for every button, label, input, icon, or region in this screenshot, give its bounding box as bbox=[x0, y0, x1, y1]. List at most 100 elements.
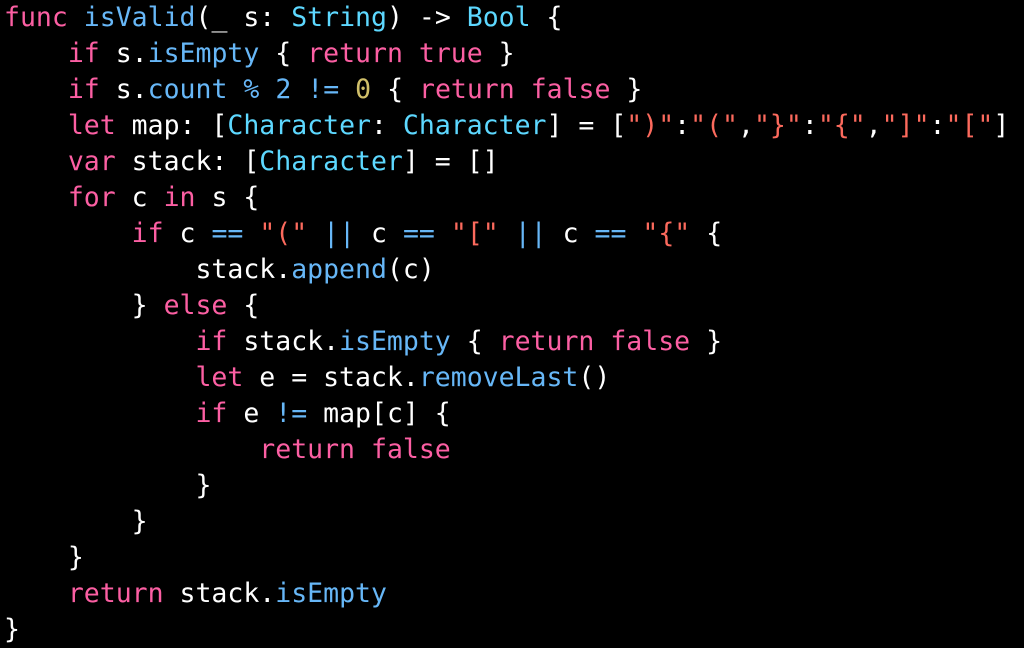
code-token-plain: { bbox=[690, 218, 723, 249]
code-token-number: 0 bbox=[355, 74, 372, 105]
code-token-keyword: false bbox=[610, 326, 691, 357]
code-token-keyword: func bbox=[4, 2, 68, 33]
code-token-member: == bbox=[402, 218, 435, 249]
code-token-member: % bbox=[243, 74, 260, 105]
code-token-plain: () bbox=[578, 362, 611, 393]
code-token-string: "{" bbox=[817, 110, 866, 141]
code-line[interactable]: if stack.isEmpty { return false } bbox=[4, 324, 722, 360]
code-line[interactable]: if c == "(" || c == "[" || c == "{" { bbox=[4, 216, 723, 252]
code-token-member: isEmpty bbox=[339, 326, 451, 357]
code-line[interactable]: if s.isEmpty { return true } bbox=[4, 36, 515, 72]
code-line[interactable]: return false bbox=[4, 432, 451, 468]
code-token-plain: c bbox=[115, 182, 164, 213]
code-token-keyword: if bbox=[67, 74, 100, 105]
code-token-plain: { bbox=[450, 326, 499, 357]
code-token-keyword: return bbox=[67, 578, 164, 609]
code-token-plain: e = stack. bbox=[243, 362, 419, 393]
code-token-keyword: return bbox=[307, 38, 403, 69]
code-token-string: "(" bbox=[690, 110, 738, 141]
code-token-plain: } bbox=[131, 506, 148, 537]
code-line[interactable]: for c in s { bbox=[4, 180, 260, 216]
code-token-plain: stack. bbox=[163, 578, 276, 609]
code-token-plain: : bbox=[370, 110, 403, 141]
code-token-keyword: in bbox=[163, 182, 196, 213]
code-token-type: String bbox=[291, 2, 387, 33]
code-token-plain: ] = [ bbox=[546, 110, 627, 141]
code-line[interactable]: } bbox=[4, 504, 148, 540]
code-line[interactable]: if e != map[c] { bbox=[4, 396, 450, 432]
code-line[interactable]: } bbox=[4, 540, 84, 576]
code-token-member: == bbox=[211, 218, 244, 249]
code-token-member: count bbox=[147, 74, 228, 105]
code-token-member: || bbox=[323, 218, 356, 249]
code-token-keyword: let bbox=[67, 110, 116, 141]
code-line[interactable]: stack.append(c) bbox=[4, 252, 434, 288]
code-token-plain: { bbox=[530, 2, 563, 33]
code-token-keyword: false bbox=[370, 434, 451, 465]
code-token-plain: stack. bbox=[195, 254, 292, 285]
code-line[interactable]: func isValid(_ s: String) -> Bool { bbox=[4, 0, 562, 36]
code-line[interactable]: if s.count % 2 != 0 { return false } bbox=[4, 72, 643, 108]
code-token-member: isEmpty bbox=[275, 578, 387, 609]
code-token-keyword: true bbox=[418, 38, 483, 69]
code-token-type: Character bbox=[259, 146, 403, 177]
code-token-plain: { bbox=[227, 290, 260, 321]
code-token-string: "{" bbox=[642, 218, 691, 249]
code-token-member: != bbox=[275, 398, 308, 429]
code-token-plain: : bbox=[929, 110, 946, 141]
code-token-plain: { bbox=[371, 74, 419, 105]
code-token-plain: } bbox=[482, 38, 515, 69]
code-token-string: "[" bbox=[945, 110, 994, 141]
code-token-keyword: return bbox=[498, 326, 595, 357]
code-token-string: "[" bbox=[450, 218, 499, 249]
code-token-function: isValid bbox=[83, 2, 196, 33]
code-line[interactable]: } else { bbox=[4, 288, 260, 324]
code-token-plain: } bbox=[610, 74, 643, 105]
code-token-keyword: return bbox=[259, 434, 356, 465]
code-token-type: Character bbox=[402, 110, 547, 141]
code-token-keyword: false bbox=[530, 74, 611, 105]
code-line[interactable]: } bbox=[4, 612, 20, 648]
code-token-plain: } bbox=[131, 290, 164, 321]
code-token-member: || bbox=[514, 218, 547, 249]
code-token-plain: } bbox=[4, 614, 20, 645]
code-token-plain: c bbox=[355, 218, 403, 249]
code-token-plain: ] = [] bbox=[402, 146, 499, 177]
code-token-string: "(" bbox=[259, 218, 308, 249]
code-token-keyword: var bbox=[67, 146, 116, 177]
code-token-plain: s. bbox=[99, 38, 148, 69]
code-token-plain: , bbox=[738, 110, 754, 141]
code-token-keyword: return bbox=[418, 74, 515, 105]
code-token-plain: c bbox=[546, 218, 595, 249]
code-token-member: != bbox=[307, 74, 340, 105]
code-token-keyword: if bbox=[195, 326, 228, 357]
code-editor[interactable]: func isValid(_ s: String) -> Bool { if s… bbox=[0, 0, 1024, 645]
code-line[interactable]: } bbox=[4, 468, 211, 504]
code-token-string: "}" bbox=[753, 110, 802, 141]
code-line[interactable]: let e = stack.removeLast() bbox=[4, 360, 610, 396]
code-line[interactable]: let map: [Character: Character] = [")":"… bbox=[4, 108, 1010, 144]
code-line[interactable]: var stack: [Character] = [] bbox=[4, 144, 499, 180]
code-token-plain: : bbox=[801, 110, 818, 141]
code-token-member: == bbox=[594, 218, 627, 249]
code-line[interactable]: return stack.isEmpty bbox=[4, 576, 387, 612]
code-token-plain: c bbox=[163, 218, 212, 249]
